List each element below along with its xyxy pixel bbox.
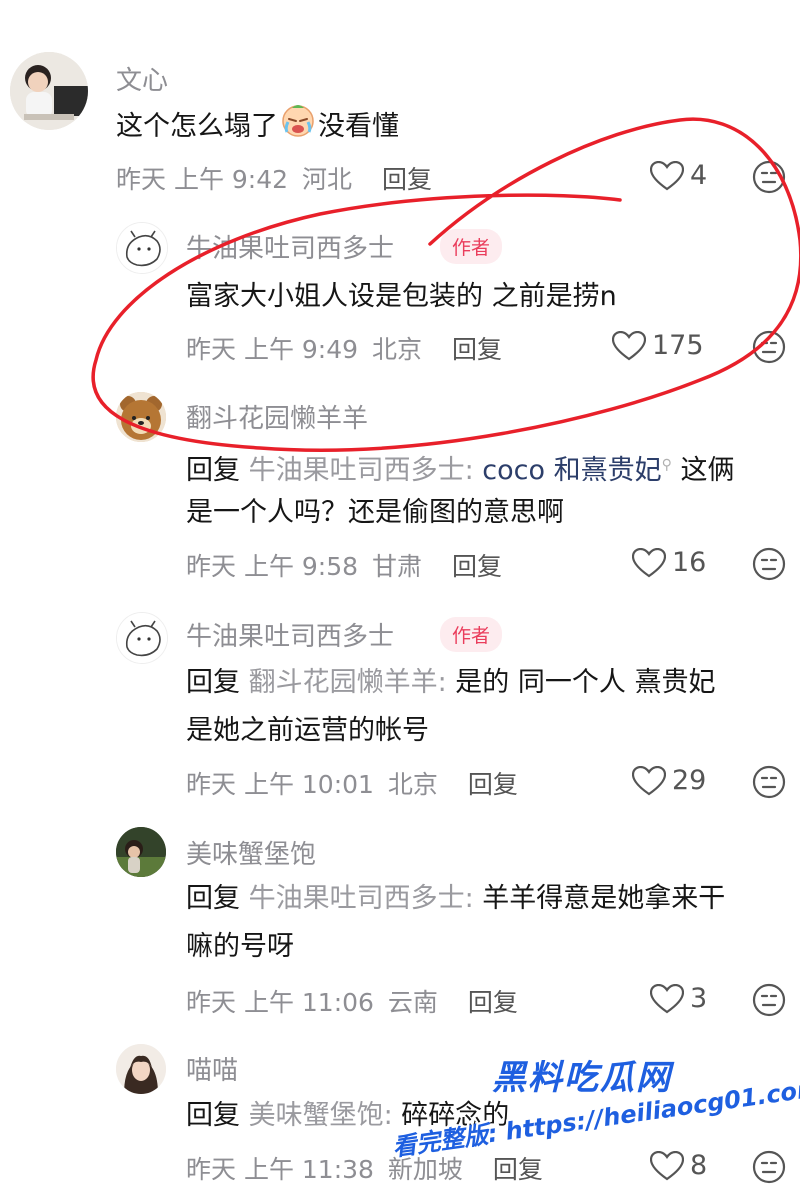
like-button[interactable]: 4 — [650, 160, 707, 191]
crying-emoji-icon — [280, 102, 316, 153]
comment-username[interactable]: 牛油果吐司西多士 — [186, 228, 394, 265]
comment-text-line2: 是她之前运营的帐号 — [186, 715, 429, 746]
comment-text-part: 这俩 — [680, 455, 735, 486]
reply-button[interactable]: 回复 — [452, 335, 502, 364]
comment-username[interactable]: 翻斗花园懒羊羊 — [186, 398, 368, 435]
comment-text: 回复 牛油果吐司西多士: 羊羊得意是她拿来干 — [186, 876, 725, 922]
avatar[interactable] — [116, 392, 166, 442]
comment-meta: 昨天 上午 9:49 北京 回复 — [186, 330, 502, 366]
like-count: 8 — [690, 1150, 708, 1181]
dislike-button[interactable] — [752, 547, 786, 585]
reply-button[interactable]: 回复 — [452, 552, 502, 581]
comment-meta: 昨天 上午 9:58 甘肃 回复 — [186, 547, 502, 583]
comment-time: 昨天 上午 9:58 — [186, 552, 359, 581]
reply-prefix: 回复 — [186, 667, 240, 698]
avatar[interactable] — [116, 827, 166, 877]
comment-text-part: 羊羊得意是她拿来干 — [482, 883, 726, 914]
avatar[interactable] — [10, 52, 88, 130]
dislike-button[interactable] — [752, 160, 786, 198]
meh-face-icon — [752, 330, 786, 364]
like-count: 3 — [690, 983, 708, 1014]
like-count: 175 — [652, 330, 704, 361]
heart-icon — [650, 983, 684, 1013]
like-button[interactable]: 16 — [632, 547, 706, 578]
comment-text: 这个怎么塌了 没看懂 — [116, 102, 399, 153]
meh-face-icon — [752, 1150, 786, 1184]
comment-location: 北京 — [372, 335, 423, 364]
like-button[interactable]: 3 — [650, 983, 707, 1014]
comment-time: 昨天 上午 11:06 — [186, 988, 374, 1017]
comment-username[interactable]: 文心 — [116, 60, 168, 97]
meh-face-icon — [752, 983, 786, 1017]
comment-text-part: 这个怎么塌了 — [116, 111, 278, 142]
like-button[interactable]: 29 — [632, 765, 706, 796]
comment-username[interactable]: 喵喵 — [186, 1050, 238, 1087]
reply-to-username[interactable]: 牛油果吐司西多士: — [249, 883, 474, 914]
like-count: 29 — [672, 765, 707, 796]
comment-text-part: 没看懂 — [318, 111, 399, 142]
dislike-button[interactable] — [752, 983, 786, 1021]
avatar[interactable] — [116, 222, 168, 274]
dislike-button[interactable] — [752, 1150, 786, 1188]
heart-icon — [650, 160, 684, 190]
comment-text-line2: 嘛的号呀 — [186, 931, 294, 962]
comment-text: 富家大小姐人设是包装的 之前是捞n — [186, 281, 617, 312]
comment-text-part: 是的 同一个人 熹贵妃 — [455, 667, 716, 698]
dislike-button[interactable] — [752, 330, 786, 368]
comment-time: 昨天 上午 11:38 — [186, 1155, 374, 1184]
reply-button[interactable]: 回复 — [493, 1155, 543, 1184]
comment-text: 回复 牛油果吐司西多士: coco 和熹贵妃⚲ 这俩 — [186, 442, 734, 494]
comment-username[interactable]: 牛油果吐司西多士 — [186, 616, 394, 653]
reply-button[interactable]: 回复 — [468, 770, 518, 799]
comment-meta: 昨天 上午 11:06 云南 回复 — [186, 983, 518, 1019]
comment-meta: 昨天 上午 9:42 河北 回复 — [116, 160, 432, 196]
comment-username[interactable]: 美味蟹堡饱 — [186, 834, 316, 871]
meh-face-icon — [752, 765, 786, 799]
reply-prefix: 回复 — [186, 455, 240, 486]
comment-location: 云南 — [387, 988, 438, 1017]
search-icon[interactable]: ⚲ — [662, 457, 672, 473]
meh-face-icon — [752, 547, 786, 581]
author-badge: 作者 — [440, 617, 503, 652]
search-link[interactable]: coco 和熹贵妃 — [482, 455, 661, 486]
comment-time: 昨天 上午 10:01 — [186, 770, 374, 799]
author-badge: 作者 — [440, 229, 503, 264]
reply-to-username[interactable]: 翻斗花园懒羊羊: — [249, 667, 447, 698]
avatar[interactable] — [116, 1044, 166, 1094]
dislike-button[interactable] — [752, 765, 786, 803]
like-button[interactable]: 8 — [650, 1150, 707, 1181]
reply-prefix: 回复 — [186, 1100, 240, 1131]
heart-icon — [612, 330, 646, 360]
comment-time: 昨天 上午 9:49 — [186, 335, 359, 364]
comment-text: 回复 翻斗花园懒羊羊: 是的 同一个人 熹贵妃 — [186, 660, 715, 706]
comment-location: 北京 — [387, 770, 438, 799]
comment-location: 甘肃 — [372, 552, 423, 581]
like-count: 16 — [672, 547, 707, 578]
like-count: 4 — [690, 160, 708, 191]
reply-button[interactable]: 回复 — [468, 988, 518, 1017]
comment-location: 河北 — [302, 165, 353, 194]
avatar[interactable] — [116, 612, 168, 664]
heart-icon — [650, 1150, 684, 1180]
reply-button[interactable]: 回复 — [382, 165, 432, 194]
reply-prefix: 回复 — [186, 883, 240, 914]
reply-to-username[interactable]: 牛油果吐司西多士: — [249, 455, 474, 486]
like-button[interactable]: 175 — [612, 330, 704, 361]
comment-time: 昨天 上午 9:42 — [116, 165, 289, 194]
reply-to-username[interactable]: 美味蟹堡饱: — [249, 1100, 393, 1131]
comment-meta: 昨天 上午 11:38 新加坡 回复 — [186, 1150, 543, 1186]
heart-icon — [632, 765, 666, 795]
comment-text-line2: 是一个人吗？还是偷图的意思啊 — [186, 497, 564, 528]
meh-face-icon — [752, 160, 786, 194]
comment-meta: 昨天 上午 10:01 北京 回复 — [186, 765, 518, 801]
heart-icon — [632, 547, 666, 577]
